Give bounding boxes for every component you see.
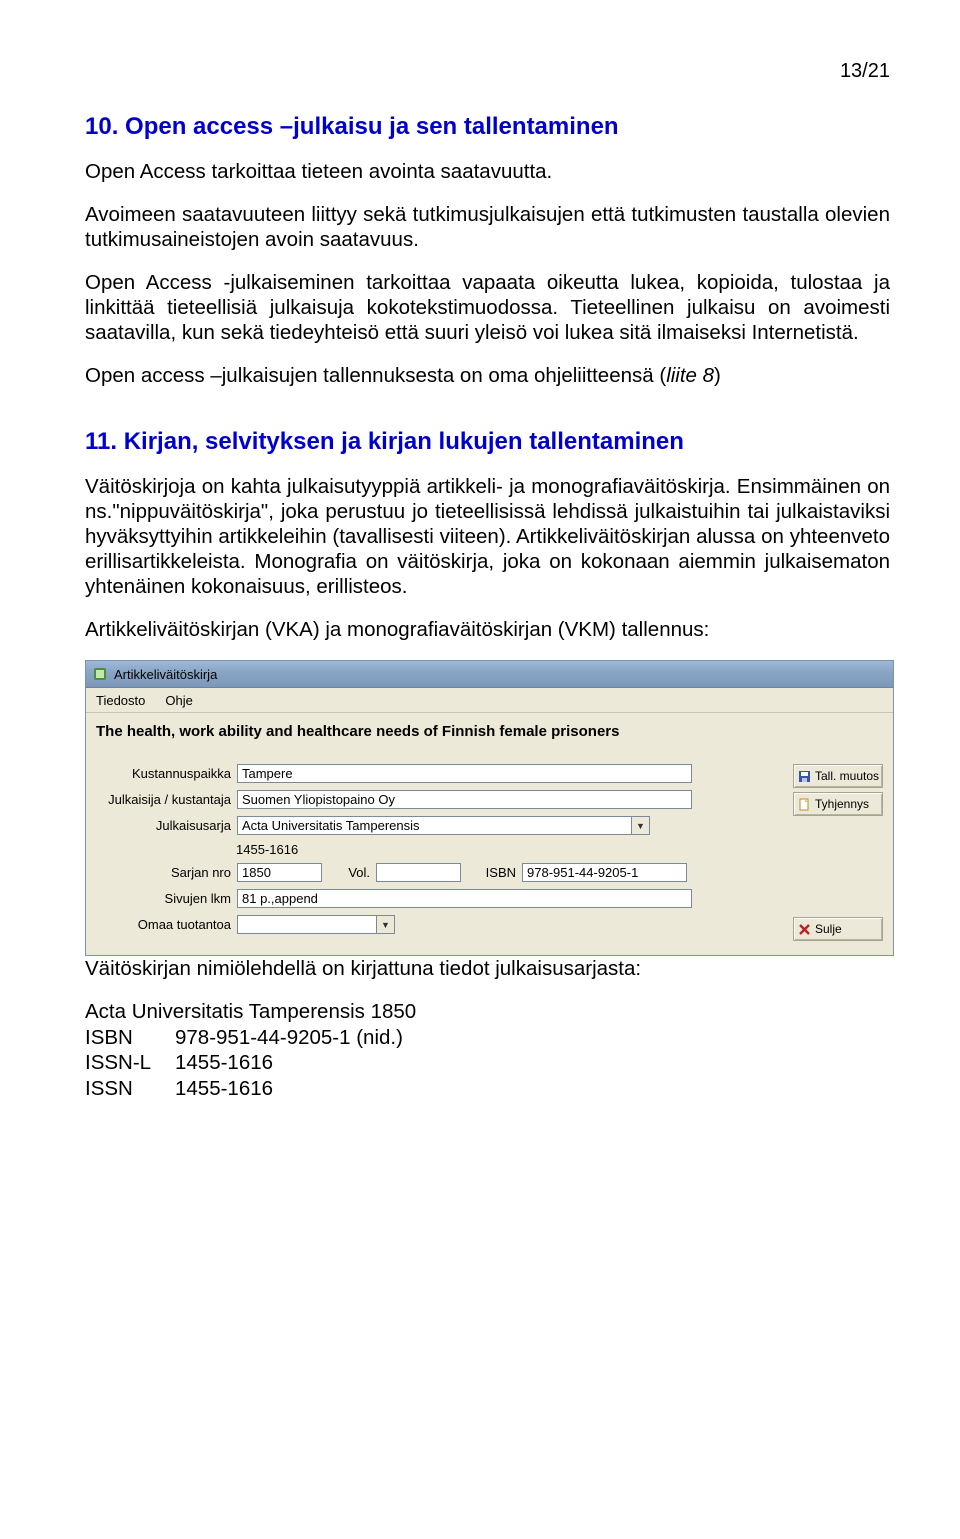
- input-isbn[interactable]: [522, 863, 687, 882]
- dropdown-omaa-tuotantoa[interactable]: ▼: [377, 915, 395, 934]
- page-number: 13/21: [85, 60, 890, 83]
- save-button-label: Tall. muutos: [815, 769, 879, 783]
- liite-8-link: liite 8: [666, 364, 714, 387]
- menu-file[interactable]: Tiedosto: [86, 690, 155, 711]
- section-10-para-1: Open Access tarkoittaa tieteen avointa s…: [85, 159, 890, 184]
- dropdown-julkaisusarja[interactable]: ▼: [632, 816, 650, 835]
- label-omaa-tuotantoa: Omaa tuotantoa: [96, 917, 237, 932]
- label-julkaisija: Julkaisija / kustantaja: [96, 792, 237, 807]
- titlebar: Artikkeliväitöskirja: [86, 661, 893, 688]
- close-button-label: Sulje: [815, 922, 842, 936]
- app-icon: [92, 666, 108, 682]
- label-isbn: ISBN: [461, 865, 522, 880]
- close-button[interactable]: Sulje: [793, 917, 883, 941]
- app-window: Artikkeliväitöskirja Tiedosto Ohje The h…: [85, 660, 894, 956]
- series-line-2: ISBN978-951-44-9205-1 (nid.): [85, 1025, 890, 1051]
- section-10-para-4-prefix: Open access –julkaisujen tallennuksesta …: [85, 364, 666, 387]
- input-vol[interactable]: [376, 863, 461, 882]
- section-10-para-4: Open access –julkaisujen tallennuksesta …: [85, 363, 890, 388]
- save-button[interactable]: Tall. muutos: [793, 764, 883, 788]
- section-11-para-1: Väitöskirjoja on kahta julkaisutyyppiä a…: [85, 474, 890, 599]
- menubar: Tiedosto Ohje: [86, 688, 893, 713]
- label-sivujen-lkm: Sivujen lkm: [96, 891, 237, 906]
- section-10-para-4-suffix: ): [714, 364, 721, 387]
- series-line-3: ISSN-L1455-1616: [85, 1050, 890, 1076]
- titlebar-text: Artikkeliväitöskirja: [114, 667, 217, 682]
- clear-button[interactable]: Tyhjennys: [793, 792, 883, 816]
- label-sarjan-nro: Sarjan nro: [96, 865, 237, 880]
- input-kustannuspaikka[interactable]: [237, 764, 692, 783]
- input-sarjan-nro[interactable]: [237, 863, 322, 882]
- section-11-heading: 11. Kirjan, selvityksen ja kirjan lukuje…: [85, 428, 890, 456]
- input-julkaisija[interactable]: [237, 790, 692, 809]
- record-headline: The health, work ability and healthcare …: [86, 713, 893, 746]
- floppy-icon: [798, 770, 811, 783]
- series-line-4: ISSN1455-1616: [85, 1076, 890, 1102]
- below-line: Väitöskirjan nimiölehdellä on kirjattuna…: [85, 956, 890, 981]
- section-10-heading: 10. Open access –julkaisu ja sen tallent…: [85, 113, 890, 141]
- input-julkaisusarja[interactable]: [237, 816, 632, 835]
- form-area: Kustannuspaikka Julkaisija / kustantaja …: [96, 764, 783, 941]
- new-doc-icon: [798, 798, 811, 811]
- input-sivujen-lkm[interactable]: [237, 889, 692, 908]
- clear-button-label: Tyhjennys: [815, 797, 869, 811]
- close-icon: [798, 923, 811, 936]
- section-10-para-2: Avoimeen saatavuuteen liittyy sekä tutki…: [85, 202, 890, 252]
- series-line-1: Acta Universitatis Tamperensis 1850: [85, 999, 890, 1025]
- section-11-para-2: Artikkeliväitöskirjan (VKA) ja monografi…: [85, 617, 890, 642]
- label-julkaisusarja: Julkaisusarja: [96, 818, 237, 833]
- label-kustannuspaikka: Kustannuspaikka: [96, 766, 237, 781]
- input-omaa-tuotantoa[interactable]: [237, 915, 377, 934]
- section-10-para-3: Open Access -julkaiseminen tarkoittaa va…: [85, 270, 890, 345]
- menu-help[interactable]: Ohje: [155, 690, 202, 711]
- issn-static: 1455-1616: [96, 842, 783, 857]
- label-vol: Vol.: [322, 865, 376, 880]
- series-info-block: Acta Universitatis Tamperensis 1850 ISBN…: [85, 999, 890, 1102]
